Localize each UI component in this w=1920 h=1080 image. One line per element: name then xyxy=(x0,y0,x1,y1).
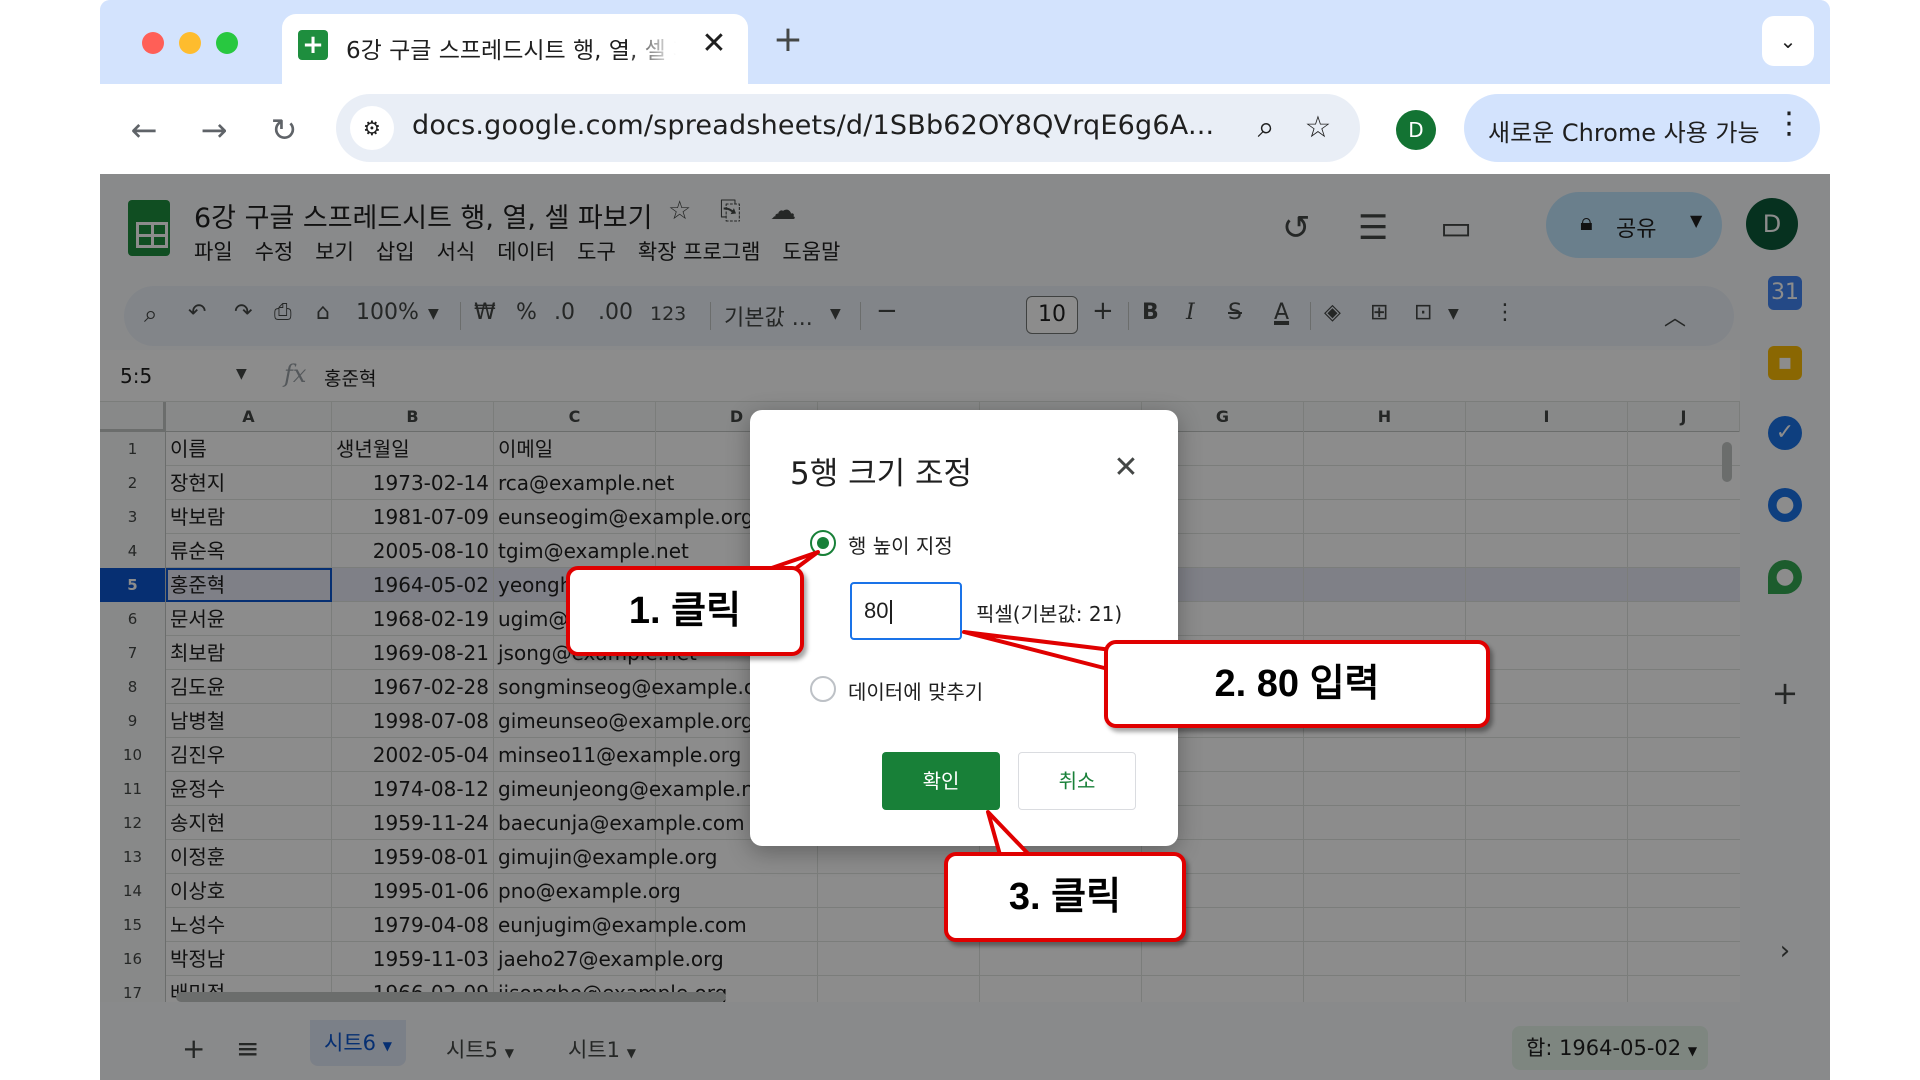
address-bar[interactable]: ⚙ docs.google.com/spreadsheets/d/1SBb62O… xyxy=(336,94,1360,162)
back-icon[interactable]: ← xyxy=(122,108,166,152)
ok-button[interactable]: 확인 xyxy=(882,752,1000,810)
chrome-update-button[interactable]: 새로운 Chrome 사용 가능 ⋮ xyxy=(1464,94,1820,162)
dialog-title: 5행 크기 조정 xyxy=(790,456,973,492)
browser-tab-active[interactable]: + 6강 구글 스프레드시트 행, 열, 셀 파보기 ✕ xyxy=(282,14,748,84)
close-window-button[interactable] xyxy=(142,32,164,54)
site-info-icon[interactable]: ⚙ xyxy=(350,106,394,150)
sheets-favicon-icon: + xyxy=(298,30,328,60)
browser-toolbar: ← → ↻ ⚙ docs.google.com/spreadsheets/d/1… xyxy=(100,84,1830,174)
pixel-suffix: 픽셀(기본값: 21) xyxy=(976,602,1123,626)
tab-close-icon[interactable]: ✕ xyxy=(694,24,734,64)
specify-height-radio[interactable] xyxy=(810,530,836,556)
forward-icon[interactable]: → xyxy=(192,108,236,152)
new-tab-button[interactable]: + xyxy=(766,20,810,64)
reload-icon[interactable]: ↻ xyxy=(262,108,306,152)
zoom-icon[interactable]: ⌕ xyxy=(1246,108,1286,148)
specify-height-label[interactable]: 행 높이 지정 xyxy=(848,530,953,559)
profile-avatar[interactable]: D xyxy=(1396,110,1436,150)
menu-dots-icon[interactable]: ⋮ xyxy=(1774,106,1804,141)
bookmark-star-icon[interactable]: ☆ xyxy=(1298,108,1338,148)
fit-to-data-label[interactable]: 데이터에 맞추기 xyxy=(848,676,983,705)
url-text[interactable]: docs.google.com/spreadsheets/d/1SBb62OY8… xyxy=(412,110,1214,141)
callout-step-1: 1. 클릭 xyxy=(566,566,804,656)
chrome-update-label: 새로운 Chrome 사용 가능 xyxy=(1488,119,1760,147)
tab-strip: + 6강 구글 스프레드시트 행, 열, 셀 파보기 ✕ + ⌄ xyxy=(100,0,1830,84)
cancel-button[interactable]: 취소 xyxy=(1018,752,1136,810)
maximize-window-button[interactable] xyxy=(216,32,238,54)
tab-list-button[interactable]: ⌄ xyxy=(1762,16,1814,66)
callout-step-2: 2. 80 입력 xyxy=(1104,640,1490,728)
fit-to-data-radio[interactable] xyxy=(810,676,836,702)
callout-step-3: 3. 클릭 xyxy=(944,852,1186,942)
row-height-input[interactable]: 80 xyxy=(850,582,962,640)
close-icon[interactable]: ✕ xyxy=(1106,448,1146,488)
resize-row-dialog: 5행 크기 조정 ✕ 행 높이 지정 80 픽셀(기본값: 21) 데이터에 맞… xyxy=(750,410,1178,846)
tab-title: 6강 구글 스프레드시트 행, 열, 셀 파보기 xyxy=(346,38,676,64)
minimize-window-button[interactable] xyxy=(179,32,201,54)
